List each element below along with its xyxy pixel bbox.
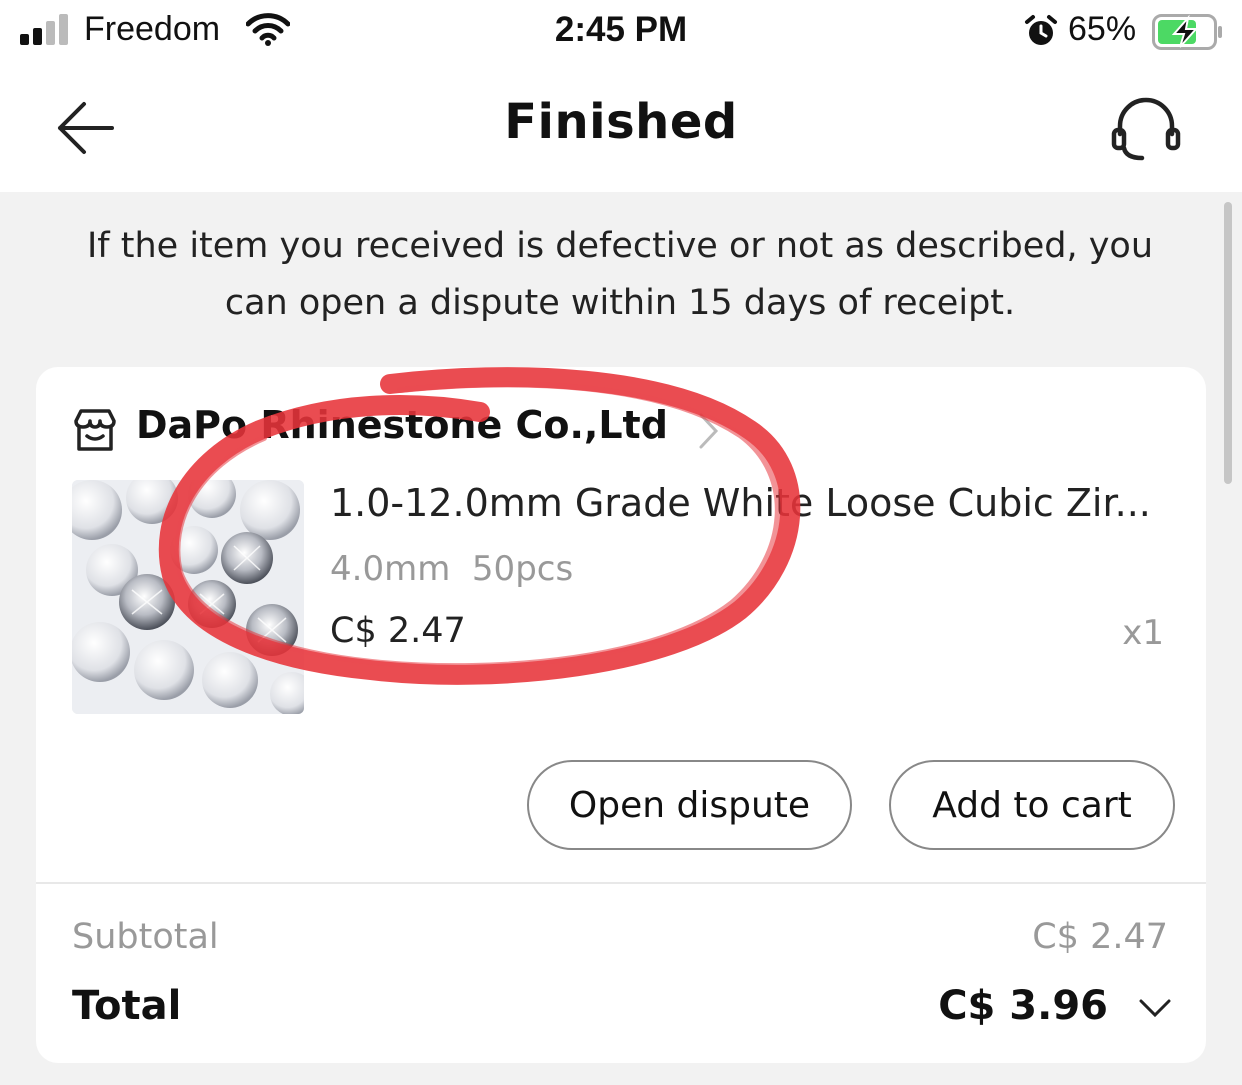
total-value[interactable]: C$ 3.96 [938, 983, 1108, 1029]
chevron-down-icon[interactable] [1138, 997, 1172, 1019]
order-card: DaPo Rhinestone Co.,Ltd 1.0-12.0mm Grade… [36, 367, 1206, 1063]
status-bar: Freedom 2:45 PM 65% [0, 0, 1242, 66]
product-price: C$ 2.47 [330, 611, 466, 651]
product-variant: 4.0mm 50pcs [330, 549, 574, 589]
headset-icon[interactable] [1108, 96, 1184, 162]
scrollbar[interactable] [1224, 202, 1232, 484]
product-title[interactable]: 1.0-12.0mm Grade White Loose Cubic Zir..… [330, 481, 1170, 525]
battery-charging-icon [1152, 14, 1222, 50]
subtotal-label: Subtotal [72, 917, 219, 957]
product-image[interactable] [72, 480, 304, 714]
store-icon [74, 409, 116, 451]
battery-percent: 65% [1068, 10, 1137, 48]
nav-bar: Finished [0, 66, 1242, 192]
open-dispute-button[interactable]: Open dispute [527, 760, 852, 850]
add-to-cart-button[interactable]: Add to cart [889, 760, 1175, 850]
product-quantity: x1 [1122, 613, 1164, 653]
alarm-icon [1025, 15, 1057, 45]
store-name[interactable]: DaPo Rhinestone Co.,Ltd [136, 403, 668, 447]
cubic-zirconia-gems-image [72, 480, 304, 714]
divider [36, 882, 1206, 884]
dispute-notice: If the item you received is defective or… [86, 226, 1153, 323]
chevron-right-icon [699, 413, 719, 449]
total-label: Total [72, 983, 182, 1029]
subtotal-value: C$ 2.47 [1032, 917, 1168, 957]
page-title: Finished [504, 94, 738, 150]
